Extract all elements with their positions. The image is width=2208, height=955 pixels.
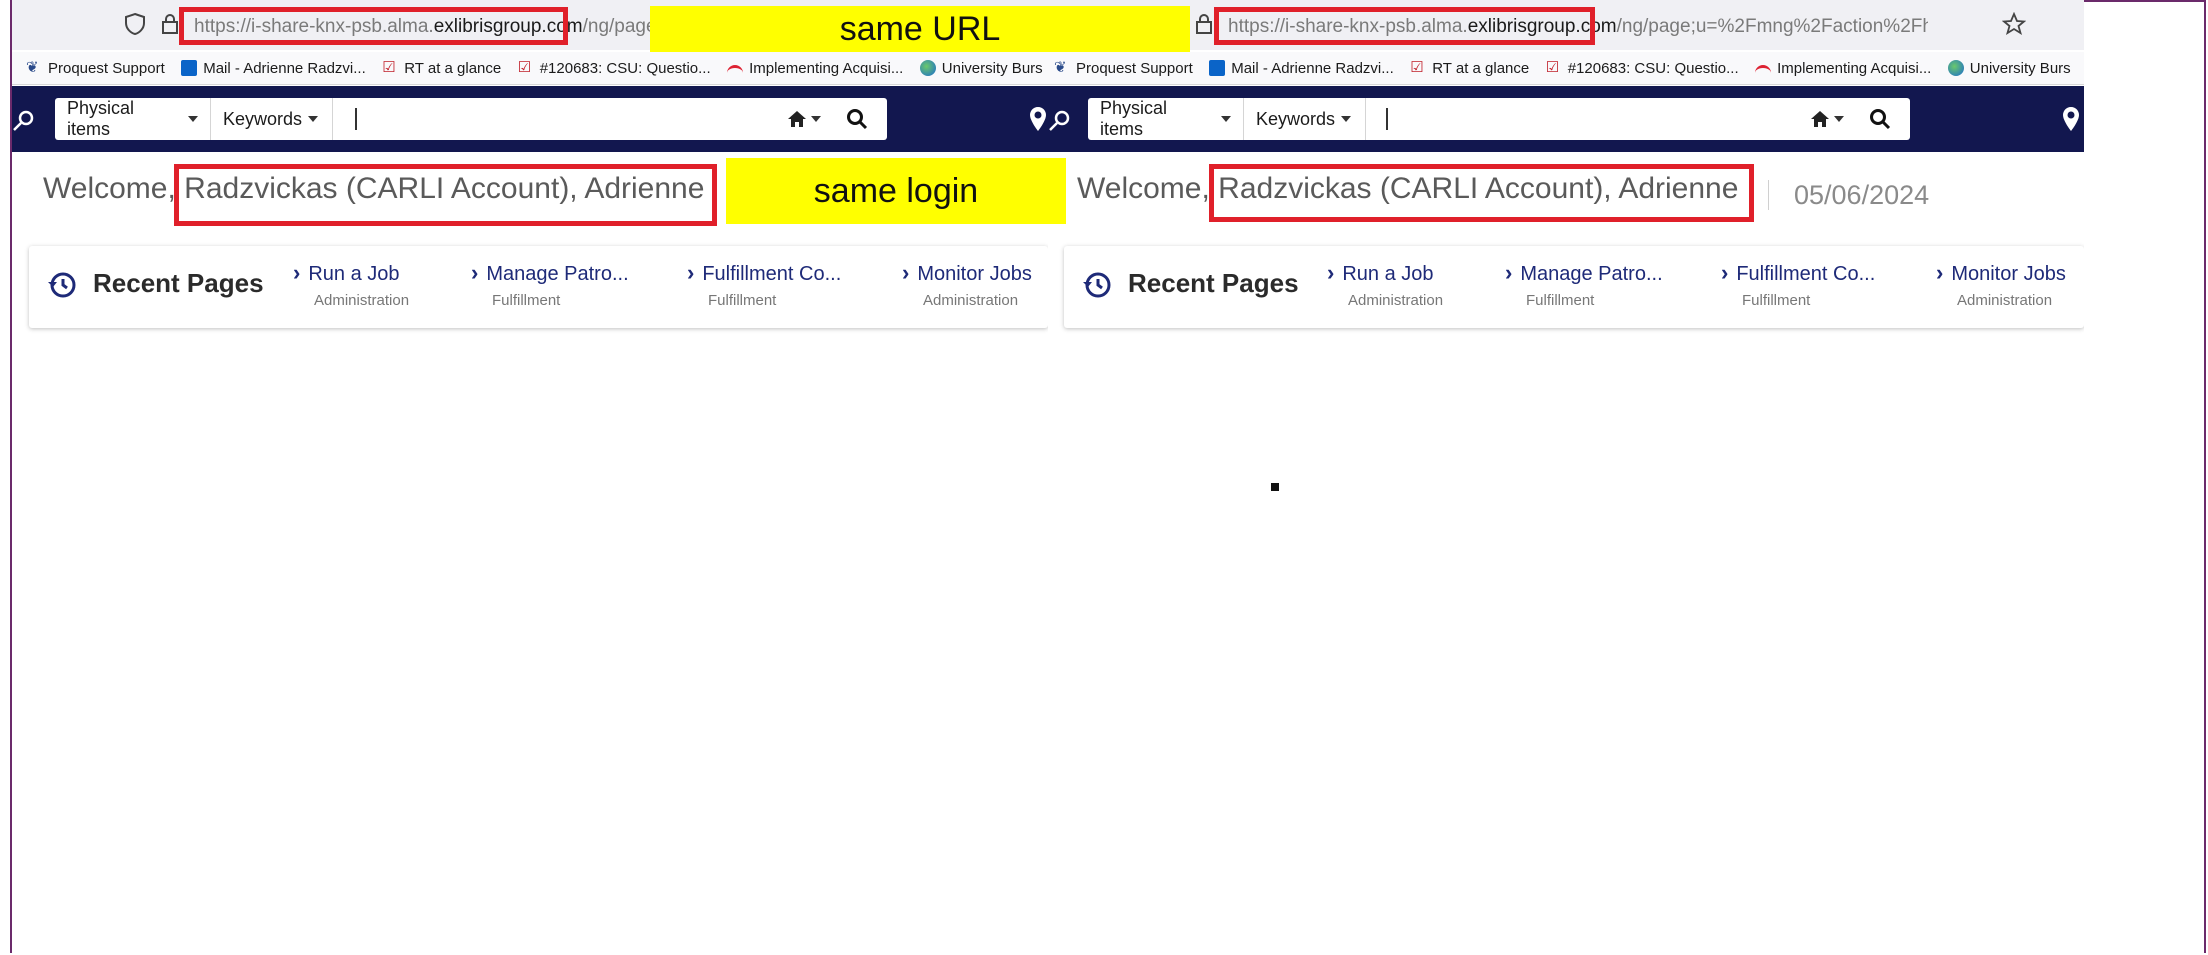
chevron-right-icon: › <box>902 260 910 285</box>
recent-page-link[interactable]: › Run a Job Administration <box>293 260 409 309</box>
bookmark-item[interactable]: Implementing Acquisi... <box>1755 52 1931 84</box>
callout-same-url: same URL <box>650 6 1190 52</box>
history-icon <box>1083 272 1111 298</box>
highlight-login-left <box>174 164 717 226</box>
history-icon <box>48 272 76 298</box>
checkmark-icon: ☑ <box>382 59 396 76</box>
persona-search-icon[interactable] <box>1048 110 1072 132</box>
bookmark-item[interactable]: ☑ #120683: CSU: Questio... <box>518 52 711 84</box>
bookmark-item[interactable]: ☑ #120683: CSU: Questio... <box>1546 52 1739 84</box>
outlook-icon <box>181 60 198 76</box>
search-button[interactable] <box>1850 98 1910 140</box>
bookmark-item[interactable]: ❦ Proquest Support <box>26 52 165 84</box>
persona-search-icon[interactable] <box>12 110 36 132</box>
chevron-right-icon: › <box>687 260 695 285</box>
location-pin-icon[interactable] <box>2062 106 2080 132</box>
alma-navbar: Physical items Keywords <box>12 86 1048 152</box>
home-icon <box>1811 111 1829 127</box>
globe-icon <box>1947 60 1964 76</box>
bookmark-item[interactable]: Mail - Adrienne Radzvi... <box>181 52 366 84</box>
divider <box>1768 180 1769 210</box>
search-field-dropdown[interactable]: Keywords <box>1244 98 1366 140</box>
search-scope-dropdown[interactable]: Physical items <box>1088 98 1244 140</box>
globe-icon <box>919 60 936 76</box>
chevron-down-icon <box>811 116 821 122</box>
proquest-icon: ❦ <box>26 59 39 76</box>
chevron-right-icon: › <box>1936 260 1944 285</box>
outlook-icon <box>1209 60 1226 76</box>
search-box: Physical items Keywords <box>55 98 887 140</box>
chevron-down-icon <box>1834 116 1844 122</box>
highlight-login-right <box>1209 164 1754 222</box>
recent-page-link[interactable]: › Fulfillment Co... Fulfillment <box>1721 260 1875 309</box>
bookmarks-toolbar: ❦ Proquest Support Mail - Adrienne Radzvi… <box>1048 52 2084 85</box>
search-input[interactable] <box>355 108 357 130</box>
current-date: 05/06/2024 <box>1794 180 1930 210</box>
chevron-down-icon <box>1221 116 1231 122</box>
star-icon[interactable] <box>2002 12 2026 36</box>
bookmark-item[interactable]: ❦ Proquest Support <box>1054 52 1193 84</box>
recent-page-link[interactable]: › Monitor Jobs Administration <box>902 260 1032 309</box>
chevron-down-icon <box>1341 116 1352 122</box>
recent-page-link[interactable]: › Monitor Jobs Administration <box>1936 260 2066 309</box>
recent-page-link[interactable]: › Fulfillment Co... Fulfillment <box>687 260 841 309</box>
bookmark-item[interactable]: ☑ RT at a glance <box>1410 52 1529 84</box>
chevron-right-icon: › <box>1505 260 1513 285</box>
url-suffix: /ng/page;u=%2Fmng%2Faction%2Fhome.do%3Fn… <box>1616 16 1928 37</box>
recent-page-link[interactable]: › Manage Patro... Fulfillment <box>471 260 629 309</box>
bookmark-item[interactable]: Implementing Acquisi... <box>727 52 903 84</box>
arc-icon <box>1755 64 1772 76</box>
right-browser-window: https://i-share-knx-psb.alma.exlibrisgro… <box>1048 0 2084 955</box>
chevron-right-icon: › <box>471 260 479 285</box>
highlight-url-left <box>179 7 568 45</box>
checkmark-icon: ☑ <box>1545 59 1560 76</box>
chevron-right-icon: › <box>1327 260 1335 285</box>
chevron-right-icon: › <box>1721 260 1729 285</box>
recent-pages-title: Recent Pages <box>1128 268 1299 298</box>
arc-icon <box>727 64 744 76</box>
bookmark-item[interactable]: Mail - Adrienne Radzvi... <box>1209 52 1394 84</box>
shield-icon[interactable] <box>124 12 146 36</box>
bookmark-item[interactable]: University Burs <box>1947 52 2071 84</box>
search-scope-dropdown[interactable]: Physical items <box>55 98 211 140</box>
bookmark-item[interactable]: University Burs <box>919 52 1043 84</box>
search-icon <box>1870 109 1891 130</box>
search-icon <box>847 109 868 130</box>
checkmark-icon: ☑ <box>517 59 532 76</box>
callout-same-login: same login <box>726 158 1066 224</box>
search-button[interactable] <box>827 98 887 140</box>
bookmarks-toolbar: ❦ Proquest Support Mail - Adrienne Radzvi… <box>12 52 1048 85</box>
home-dropdown[interactable] <box>1810 98 1844 140</box>
left-browser-window: https://i-share-knx-psb.alma.exlibrisgro… <box>12 0 1048 955</box>
recent-pages-bar: Recent Pages › Run a Job Administration ›… <box>29 246 1048 328</box>
lock-icon[interactable] <box>160 12 180 36</box>
recent-pages-bar: Recent Pages › Run a Job Administration ›… <box>1064 246 2084 328</box>
lock-icon[interactable] <box>1194 12 1214 36</box>
location-pin-icon[interactable] <box>1029 106 1047 132</box>
alma-navbar: Physical items Keywords <box>1048 86 2084 152</box>
search-input[interactable] <box>1386 108 1388 130</box>
chevron-down-icon <box>188 116 198 122</box>
highlight-url-right <box>1214 7 1595 45</box>
home-icon <box>788 111 806 127</box>
search-box: Physical items Keywords <box>1088 98 1910 140</box>
proquest-icon: ❦ <box>1054 59 1067 76</box>
chevron-right-icon: › <box>293 260 301 285</box>
recent-pages-title: Recent Pages <box>93 268 264 298</box>
chevron-down-icon <box>308 116 319 122</box>
home-dropdown[interactable] <box>787 98 821 140</box>
recent-page-link[interactable]: › Manage Patro... Fulfillment <box>1505 260 1663 309</box>
dot-mark <box>1271 483 1279 491</box>
search-field-dropdown[interactable]: Keywords <box>211 98 333 140</box>
recent-page-link[interactable]: › Run a Job Administration <box>1327 260 1443 309</box>
bookmark-item[interactable]: ☑ RT at a glance <box>382 52 501 84</box>
checkmark-icon: ☑ <box>1410 59 1424 76</box>
